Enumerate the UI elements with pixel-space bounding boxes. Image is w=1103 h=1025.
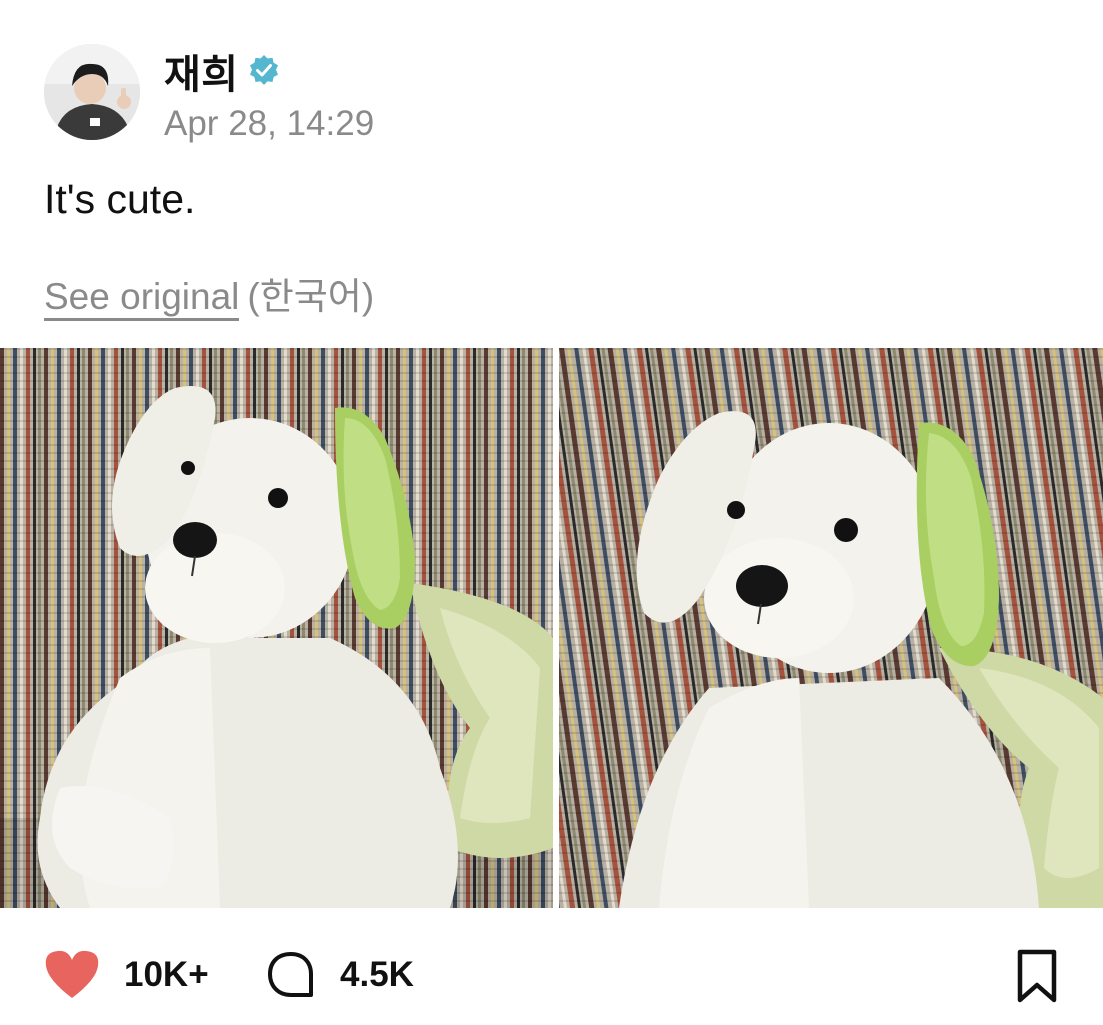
post-actions-bar: 10K+ 4.5K — [0, 930, 1103, 1020]
bookmark-button[interactable] — [1012, 948, 1062, 1004]
bookmark-icon — [1017, 949, 1057, 1003]
post-media — [0, 348, 1103, 908]
original-language-label: (한국어) — [247, 276, 375, 317]
post-timestamp: Apr 28, 14:29 — [164, 104, 375, 143]
comment-bubble-icon — [268, 952, 313, 997]
like-button[interactable]: 10K+ — [44, 948, 209, 1002]
heart-icon — [45, 950, 99, 998]
avatar-image — [44, 44, 140, 140]
author-name[interactable]: 재희 — [164, 42, 239, 100]
comment-count: 4.5K — [340, 955, 414, 994]
comment-button[interactable]: 4.5K — [266, 948, 414, 1002]
translation-row: See original (한국어) — [44, 266, 375, 321]
plush-puppy-image — [0, 348, 553, 908]
like-count: 10K+ — [124, 955, 209, 994]
see-original-link[interactable]: See original — [44, 276, 240, 321]
plush-puppy-closeup-image — [559, 348, 1103, 908]
author-name-row: 재희 — [164, 46, 281, 97]
post-photo-1[interactable] — [0, 348, 553, 908]
post-photo-2[interactable] — [559, 348, 1103, 908]
verified-badge-icon — [247, 54, 281, 88]
post-text: It's cute. — [44, 176, 196, 222]
author-avatar[interactable] — [44, 44, 140, 140]
post-header: 재희 Apr 28, 14:29 — [44, 44, 644, 144]
post-card: 재희 Apr 28, 14:29 It's cute. See original… — [0, 0, 1103, 1025]
